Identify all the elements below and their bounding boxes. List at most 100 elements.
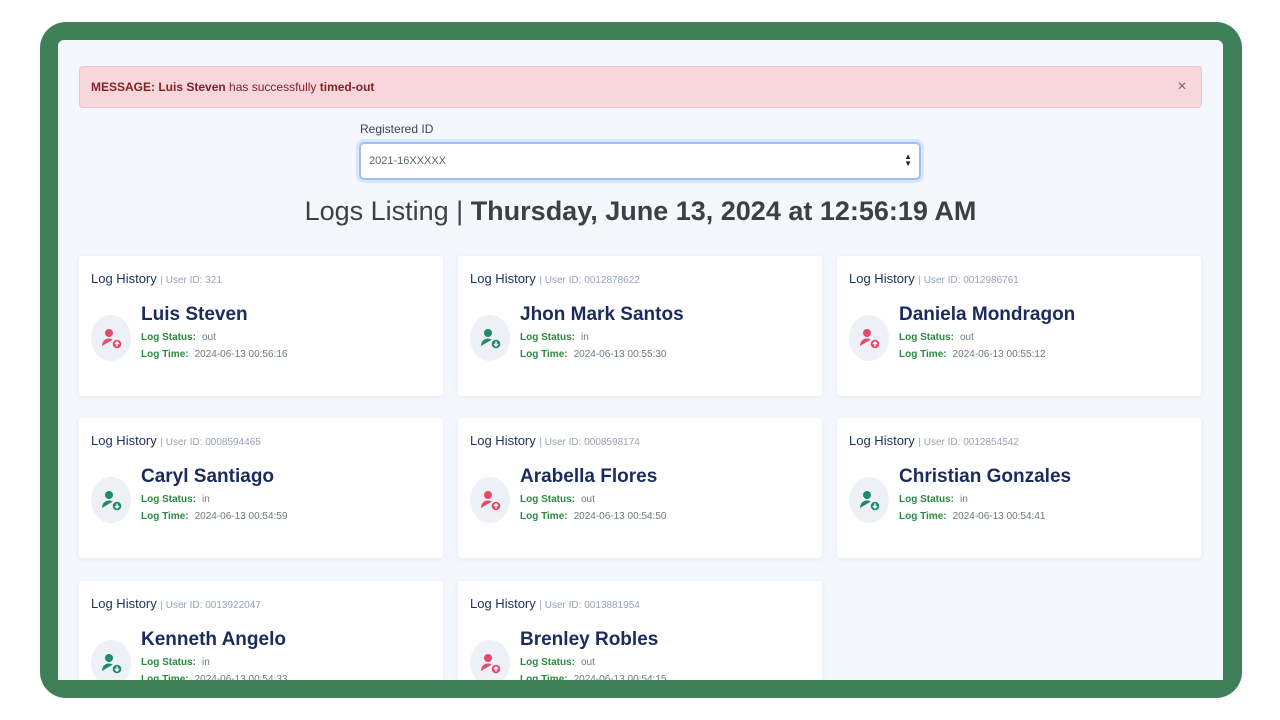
card-header: Log History | User ID: 0012878622 xyxy=(470,271,640,286)
log-status-row: Log Status: out xyxy=(520,657,595,668)
log-time-value: 2024-06-13 00:55:12 xyxy=(952,349,1046,360)
avatar xyxy=(470,477,510,523)
log-card: Log History | User ID: 0012878622 Jhon M… xyxy=(458,256,822,396)
user-name: Kenneth Angelo xyxy=(141,629,286,650)
avatar xyxy=(470,640,510,680)
user-id: | User ID: 0012854542 xyxy=(918,437,1019,448)
log-status-row: Log Status: out xyxy=(141,332,216,343)
card-header: Log History | User ID: 321 xyxy=(91,271,222,286)
log-card: Log History | User ID: 0012986761 Daniel… xyxy=(837,256,1201,396)
user-out-icon xyxy=(860,329,880,349)
log-status-value: in xyxy=(202,657,210,668)
user-name: Caryl Santiago xyxy=(141,466,275,487)
log-time-row: Log Time: 2024-06-13 00:54:59 xyxy=(141,511,287,522)
card-title: Log History xyxy=(91,596,157,611)
close-icon[interactable]: × xyxy=(1173,78,1191,96)
card-header: Log History | User ID: 0008598174 xyxy=(470,433,640,448)
log-status-label: Log Status: xyxy=(141,494,196,505)
avatar xyxy=(849,477,889,523)
log-status-label: Log Status: xyxy=(520,657,575,668)
user-in-icon xyxy=(102,654,122,674)
user-id: | User ID: 0013881954 xyxy=(539,600,640,611)
log-time-label: Log Time: xyxy=(141,511,189,522)
alert-message: MESSAGE: Luis Steven has successfully ti… xyxy=(79,66,1202,108)
user-id: | User ID: 0008594465 xyxy=(160,437,261,448)
log-time-row: Log Time: 2024-06-13 00:55:30 xyxy=(520,349,666,360)
log-time-label: Log Time: xyxy=(141,349,189,360)
log-status-row: Log Status: out xyxy=(899,332,974,343)
log-card: Log History | User ID: 0012854542 Christ… xyxy=(837,418,1201,558)
log-time-row: Log Time: 2024-06-13 00:54:41 xyxy=(899,511,1045,522)
card-title: Log History xyxy=(849,271,915,286)
user-out-icon xyxy=(481,654,501,674)
log-time-label: Log Time: xyxy=(520,511,568,522)
card-header: Log History | User ID: 0012854542 xyxy=(849,433,1019,448)
app-screen: MESSAGE: Luis Steven has successfully ti… xyxy=(58,40,1223,680)
log-time-value: 2024-06-13 00:54:50 xyxy=(573,511,667,522)
log-time-value: 2024-06-13 00:54:41 xyxy=(952,511,1046,522)
page-title-datetime: Thursday, June 13, 2024 at 12:56:19 AM xyxy=(470,196,977,226)
log-time-value: 2024-06-13 00:54:15 xyxy=(573,674,667,680)
log-status-value: out xyxy=(581,494,595,505)
user-name: Jhon Mark Santos xyxy=(520,304,684,325)
log-card: Log History | User ID: 0013922047 Kennet… xyxy=(79,581,443,680)
log-status-value: in xyxy=(202,494,210,505)
user-id: | User ID: 0012878622 xyxy=(539,275,640,286)
user-name: Christian Gonzales xyxy=(899,466,1072,487)
log-card: Log History | User ID: 0008594465 Caryl … xyxy=(79,418,443,558)
log-card: Log History | User ID: 0013881954 Brenle… xyxy=(458,581,822,680)
log-status-row: Log Status: out xyxy=(520,494,595,505)
log-status-row: Log Status: in xyxy=(520,332,589,343)
log-time-row: Log Time: 2024-06-13 00:54:15 xyxy=(520,674,666,680)
card-title: Log History xyxy=(91,433,157,448)
log-time-value: 2024-06-13 00:56:16 xyxy=(194,349,288,360)
user-out-icon xyxy=(102,329,122,349)
log-status-label: Log Status: xyxy=(899,332,954,343)
log-time-row: Log Time: 2024-06-13 00:54:33 xyxy=(141,674,287,680)
alert-prefix: MESSAGE: Luis Steven xyxy=(91,80,226,94)
log-time-value: 2024-06-13 00:54:33 xyxy=(194,674,288,680)
user-id: | User ID: 321 xyxy=(160,275,222,286)
log-time-value: 2024-06-13 00:54:59 xyxy=(194,511,288,522)
card-title: Log History xyxy=(91,271,157,286)
log-status-value: out xyxy=(202,332,216,343)
card-header: Log History | User ID: 0012986761 xyxy=(849,271,1019,286)
card-title: Log History xyxy=(470,433,536,448)
log-status-value: out xyxy=(581,657,595,668)
avatar xyxy=(91,640,131,680)
user-name: Daniela Mondragon xyxy=(899,304,1076,325)
user-in-icon xyxy=(102,491,122,511)
avatar xyxy=(470,315,510,361)
user-name: Luis Steven xyxy=(141,304,248,325)
card-title: Log History xyxy=(470,596,536,611)
user-id: | User ID: 0013922047 xyxy=(160,600,261,611)
alert-middle: has successfully xyxy=(225,80,320,94)
avatar xyxy=(91,477,131,523)
avatar xyxy=(91,315,131,361)
alert-action: timed-out xyxy=(319,80,375,94)
user-out-icon xyxy=(481,491,501,511)
log-status-row: Log Status: in xyxy=(899,494,968,505)
log-status-row: Log Status: in xyxy=(141,494,210,505)
registered-id-label: Registered ID xyxy=(360,122,434,136)
user-name: Brenley Robles xyxy=(520,629,659,650)
log-time-label: Log Time: xyxy=(520,349,568,360)
page-title-label: Logs Listing | xyxy=(304,196,471,226)
log-status-value: out xyxy=(960,332,974,343)
log-status-label: Log Status: xyxy=(899,494,954,505)
stepper-arrows-icon[interactable]: ▲ ▼ xyxy=(904,153,912,168)
card-header: Log History | User ID: 0013881954 xyxy=(470,596,640,611)
registered-id-select[interactable]: 2021-16XXXXX ▲ ▼ xyxy=(359,142,921,180)
log-time-row: Log Time: 2024-06-13 00:55:12 xyxy=(899,349,1045,360)
user-name: Arabella Flores xyxy=(520,466,658,487)
log-status-row: Log Status: in xyxy=(141,657,210,668)
user-in-icon xyxy=(481,329,501,349)
log-time-row: Log Time: 2024-06-13 00:56:16 xyxy=(141,349,287,360)
card-title: Log History xyxy=(849,433,915,448)
log-time-value: 2024-06-13 00:55:30 xyxy=(573,349,667,360)
card-title: Log History xyxy=(470,271,536,286)
user-id: | User ID: 0008598174 xyxy=(539,437,640,448)
log-card: Log History | User ID: 321 Luis Steven L… xyxy=(79,256,443,396)
log-time-label: Log Time: xyxy=(520,674,568,680)
page-title: Logs Listing | Thursday, June 13, 2024 a… xyxy=(58,196,1223,227)
